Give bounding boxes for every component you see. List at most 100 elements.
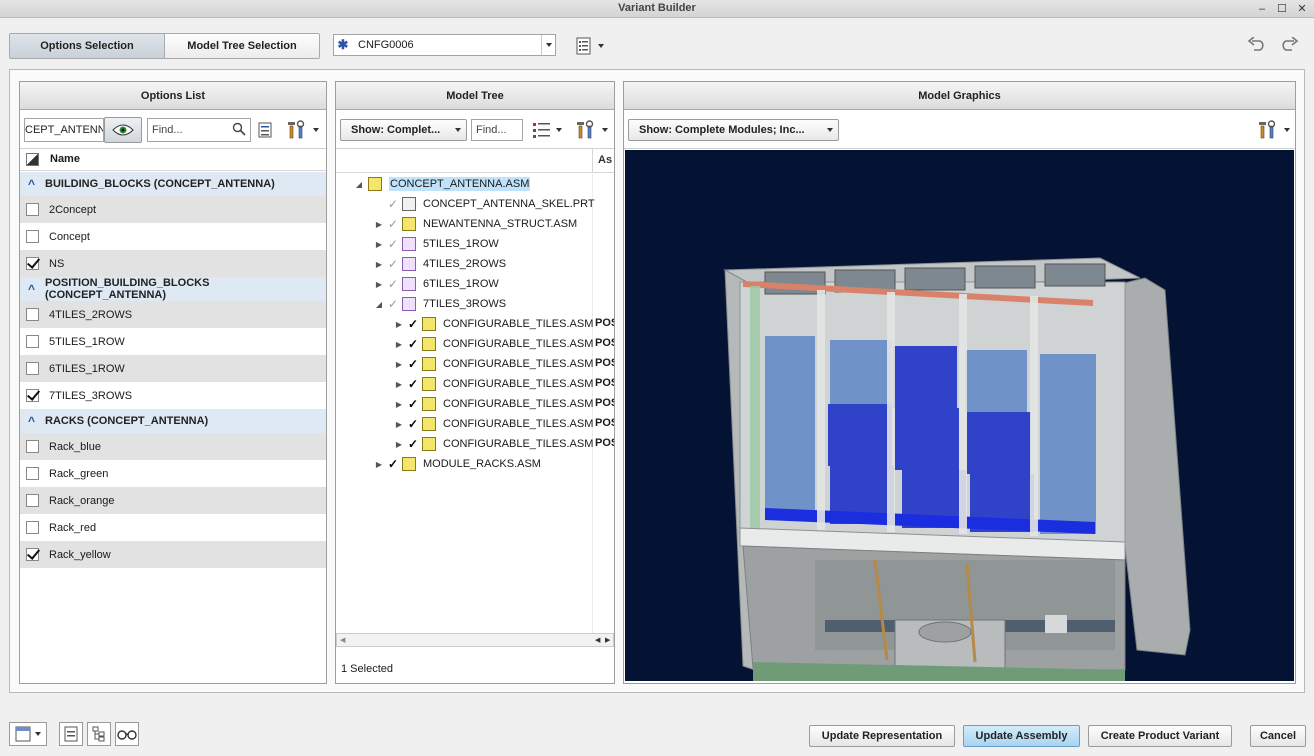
search-icon[interactable] bbox=[232, 122, 246, 141]
maximize-icon[interactable]: ☐ bbox=[1276, 3, 1288, 15]
update-representation-button[interactable]: Update Representation bbox=[809, 725, 955, 747]
option-checkbox[interactable] bbox=[26, 440, 39, 453]
graphics-settings-button[interactable] bbox=[1254, 119, 1294, 141]
expand-arrow-icon[interactable]: ▶ bbox=[394, 380, 404, 389]
options-settings-button[interactable] bbox=[283, 119, 323, 141]
include-check-icon[interactable]: ✓ bbox=[384, 297, 402, 311]
expand-arrow-icon[interactable]: ▶ bbox=[394, 360, 404, 369]
scroll-right-icon[interactable]: ▶ bbox=[605, 636, 610, 644]
close-icon[interactable]: ✕ bbox=[1296, 3, 1308, 15]
option-checkbox[interactable] bbox=[26, 203, 39, 216]
option-item[interactable]: Rack_blue bbox=[20, 433, 326, 460]
tree-node[interactable]: ▶ ✓ CONFIGURABLE_TILES.ASM bbox=[394, 394, 593, 414]
tree-node[interactable]: ▶ ✓ NEWANTENNA_STRUCT.ASM bbox=[374, 214, 577, 234]
tree-node[interactable]: ◢ CONCEPT_ANTENNA.ASM bbox=[354, 174, 531, 194]
details-view-button[interactable] bbox=[59, 722, 83, 746]
chevron-down-icon[interactable] bbox=[541, 35, 555, 55]
options-find-input[interactable]: Find... bbox=[147, 118, 251, 142]
include-check-icon[interactable]: ✓ bbox=[384, 217, 402, 231]
option-checkbox[interactable] bbox=[26, 257, 39, 270]
tab-options-selection[interactable]: Options Selection bbox=[10, 34, 165, 58]
tree-node[interactable]: ▶ ✓ CONFIGURABLE_TILES.ASM bbox=[394, 354, 593, 374]
option-item[interactable]: 4TILES_2ROWS bbox=[20, 301, 326, 328]
filter-field[interactable]: CEPT_ANTENNA bbox=[24, 118, 104, 142]
scroll-left-icon[interactable]: ◀ bbox=[340, 636, 345, 644]
graphics-show-filter-dropdown[interactable]: Show: Complete Modules; Inc... bbox=[628, 119, 839, 141]
create-product-variant-button[interactable]: Create Product Variant bbox=[1088, 725, 1232, 747]
cancel-button[interactable]: Cancel bbox=[1250, 725, 1306, 747]
include-check-icon[interactable]: ✓ bbox=[404, 337, 422, 351]
minimize-icon[interactable]: – bbox=[1256, 3, 1268, 15]
option-checkbox[interactable] bbox=[26, 308, 39, 321]
name-column-header[interactable]: Name bbox=[50, 153, 80, 165]
visibility-toggle-button[interactable] bbox=[104, 117, 142, 143]
include-check-icon[interactable]: ✓ bbox=[404, 317, 422, 331]
expand-arrow-icon[interactable]: ▶ bbox=[394, 320, 404, 329]
tree-node[interactable]: ▶ ✓ CONFIGURABLE_TILES.ASM bbox=[394, 314, 593, 334]
option-item[interactable]: Concept bbox=[20, 223, 326, 250]
option-item[interactable]: 5TILES_1ROW bbox=[20, 328, 326, 355]
tree-find-input[interactable]: Find... bbox=[471, 119, 523, 141]
expand-all-button[interactable] bbox=[256, 120, 276, 140]
expand-arrow-icon[interactable]: ▶ bbox=[374, 240, 384, 249]
layout-toggle-button[interactable] bbox=[9, 722, 47, 746]
tree-node[interactable]: ▶ ✓ CONFIGURABLE_TILES.ASM bbox=[394, 374, 593, 394]
option-checkbox[interactable] bbox=[26, 335, 39, 348]
scroll-left-small-icon[interactable]: ◀ bbox=[595, 636, 600, 644]
tree-node[interactable]: ▶ ✓ 5TILES_1ROW bbox=[374, 234, 499, 254]
include-check-icon[interactable]: ✓ bbox=[404, 357, 422, 371]
tree-node[interactable]: ▶ ✓ CONFIGURABLE_TILES.ASM bbox=[394, 434, 593, 454]
option-group-header[interactable]: ^ POSITION_BUILDING_BLOCKS (CONCEPT_ANTEN… bbox=[20, 277, 326, 301]
include-check-icon[interactable]: ✓ bbox=[404, 377, 422, 391]
option-group-header[interactable]: ^ BUILDING_BLOCKS (CONCEPT_ANTENNA) bbox=[20, 172, 326, 196]
expand-arrow-icon[interactable]: ▶ bbox=[374, 460, 384, 469]
tab-model-tree-selection[interactable]: Model Tree Selection bbox=[165, 34, 319, 58]
collapse-caret-icon[interactable]: ^ bbox=[28, 177, 35, 191]
redo-button[interactable] bbox=[1278, 34, 1300, 54]
expand-arrow-icon[interactable]: ▶ bbox=[374, 220, 384, 229]
configuration-select[interactable]: ✱ CNFG0006 bbox=[333, 34, 556, 56]
option-item[interactable]: Rack_orange bbox=[20, 487, 326, 514]
tree-node[interactable]: ▶ ✓ 4TILES_2ROWS bbox=[374, 254, 506, 274]
expand-arrow-icon[interactable]: ▶ bbox=[394, 420, 404, 429]
option-item[interactable]: Rack_red bbox=[20, 514, 326, 541]
tree-horizontal-scrollbar[interactable]: ◀ ▶ ◀ bbox=[336, 633, 614, 647]
include-check-icon[interactable]: ✓ bbox=[384, 237, 402, 251]
expand-arrow-icon[interactable]: ▶ bbox=[394, 400, 404, 409]
tree-view-button[interactable] bbox=[87, 722, 111, 746]
tree-node[interactable]: ✓ CONCEPT_ANTENNA_SKEL.PRT bbox=[374, 194, 595, 214]
tree-node[interactable]: ▶ ✓ MODULE_RACKS.ASM bbox=[374, 454, 541, 474]
include-check-icon[interactable]: ✓ bbox=[404, 437, 422, 451]
assembly-column-header[interactable]: As bbox=[598, 154, 612, 166]
tree-show-filter-dropdown[interactable]: Show: Complet... bbox=[340, 119, 467, 141]
include-check-icon[interactable]: ✓ bbox=[384, 457, 402, 471]
tree-node[interactable]: ▶ ✓ CONFIGURABLE_TILES.ASM bbox=[394, 414, 593, 434]
include-check-icon[interactable]: ✓ bbox=[384, 197, 402, 211]
collapse-caret-icon[interactable]: ^ bbox=[28, 282, 35, 296]
option-checkbox[interactable] bbox=[26, 467, 39, 480]
option-checkbox[interactable] bbox=[26, 494, 39, 507]
expand-arrow-icon[interactable]: ▶ bbox=[394, 440, 404, 449]
option-checkbox[interactable] bbox=[26, 521, 39, 534]
option-item[interactable]: NS bbox=[20, 250, 326, 277]
collapse-arrow-icon[interactable]: ◢ bbox=[354, 180, 364, 189]
option-group-header[interactable]: ^ RACKS (CONCEPT_ANTENNA) bbox=[20, 409, 326, 433]
select-all-checkbox[interactable] bbox=[26, 153, 39, 166]
option-checkbox[interactable] bbox=[26, 389, 39, 402]
undo-button[interactable] bbox=[1246, 34, 1268, 54]
option-item[interactable]: 2Concept bbox=[20, 196, 326, 223]
tree-settings-button[interactable] bbox=[572, 119, 612, 141]
option-checkbox[interactable] bbox=[26, 230, 39, 243]
update-assembly-button[interactable]: Update Assembly bbox=[963, 725, 1080, 747]
config-list-button[interactable] bbox=[572, 36, 606, 56]
glasses-view-button[interactable] bbox=[115, 722, 139, 746]
option-item[interactable]: 6TILES_1ROW bbox=[20, 355, 326, 382]
include-check-icon[interactable]: ✓ bbox=[384, 257, 402, 271]
include-check-icon[interactable]: ✓ bbox=[404, 417, 422, 431]
expand-arrow-icon[interactable]: ▶ bbox=[374, 260, 384, 269]
option-checkbox[interactable] bbox=[26, 548, 39, 561]
tree-columns-button[interactable] bbox=[528, 120, 566, 140]
tree-node[interactable]: ◢ ✓ 7TILES_3ROWS bbox=[374, 294, 506, 314]
model-viewport[interactable] bbox=[625, 150, 1294, 681]
include-check-icon[interactable]: ✓ bbox=[384, 277, 402, 291]
